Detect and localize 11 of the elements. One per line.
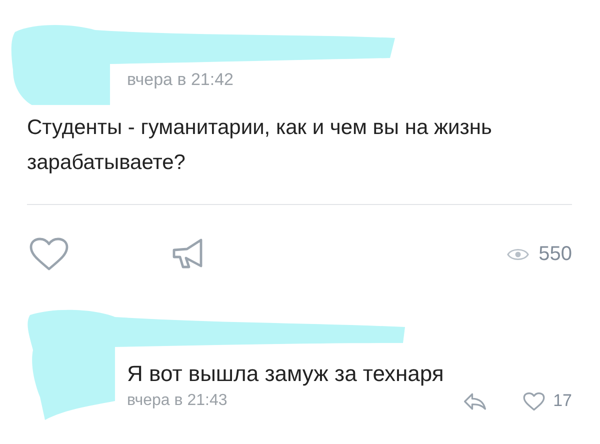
comment-time: вчера в 21:43 (127, 392, 228, 410)
view-count: 550 (538, 242, 572, 266)
post-text: Студенты - гуманитарии, как и чем вы на жизнь зарабатываете? (27, 115, 493, 176)
eye-icon (506, 246, 529, 262)
megaphone-icon[interactable] (171, 237, 205, 271)
like-count: 17 (553, 391, 572, 411)
post-time: вчера в 21:42 (127, 70, 234, 90)
heart-icon[interactable] (523, 392, 546, 410)
heart-icon[interactable] (29, 237, 69, 271)
comment-text: Я вот вышла замуж за технаря (127, 360, 445, 388)
reply-icon[interactable] (463, 392, 488, 410)
